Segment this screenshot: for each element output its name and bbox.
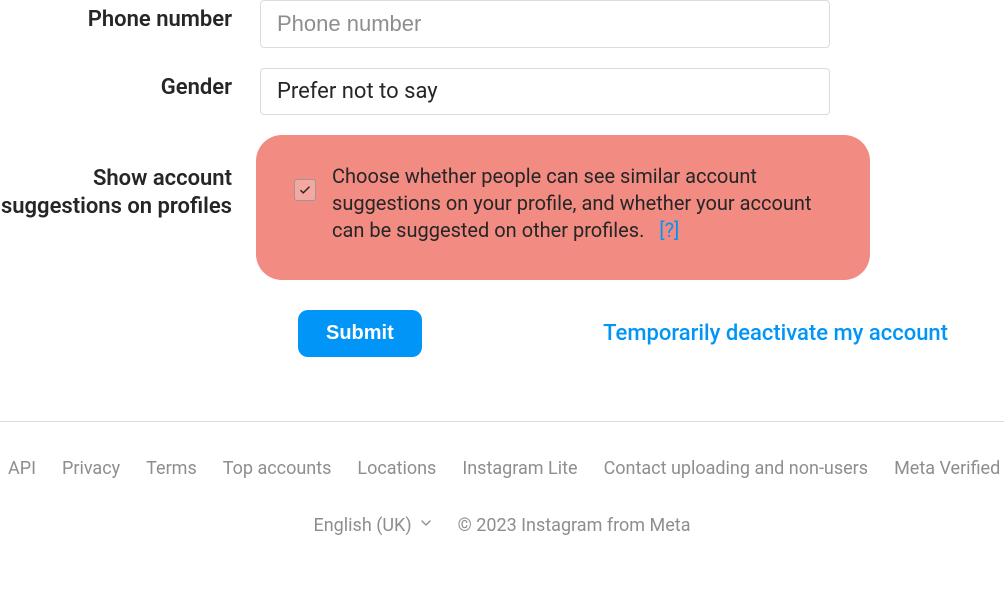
- suggestions-label: Show account suggestions on profiles: [1, 166, 232, 219]
- suggestions-help-link[interactable]: [?]: [659, 218, 679, 242]
- settings-form: Phone number Gender Prefer not to say Sh…: [0, 0, 1004, 397]
- footer: API Privacy Terms Top accounts Locations…: [0, 422, 1004, 536]
- check-icon: [298, 183, 312, 197]
- footer-link-terms[interactable]: Terms: [146, 458, 197, 479]
- phone-label: Phone number: [88, 7, 232, 32]
- chevron-down-icon: [418, 515, 434, 536]
- suggestions-description: Choose whether people can see similar ac…: [332, 164, 811, 242]
- language-selector[interactable]: English (UK): [314, 515, 434, 536]
- suggestions-checkbox[interactable]: [294, 179, 316, 201]
- gender-label: Gender: [161, 75, 232, 100]
- footer-link-contact-uploading[interactable]: Contact uploading and non-users: [604, 458, 869, 479]
- copyright-text: © 2023 Instagram from Meta: [458, 515, 691, 536]
- phone-input[interactable]: [260, 0, 830, 48]
- footer-bottom: English (UK) © 2023 Instagram from Meta: [0, 515, 1004, 536]
- gender-row: Gender Prefer not to say: [0, 68, 1004, 115]
- language-label: English (UK): [314, 515, 412, 536]
- gender-input[interactable]: Prefer not to say: [260, 68, 830, 115]
- footer-links: API Privacy Terms Top accounts Locations…: [0, 458, 1004, 479]
- footer-link-meta-verified[interactable]: Meta Verified: [894, 458, 1000, 479]
- deactivate-link[interactable]: Temporarily deactivate my account: [603, 321, 1004, 346]
- actions-row: Submit Temporarily deactivate my account: [0, 310, 1004, 357]
- suggestions-row: Show account suggestions on profiles Cho…: [0, 135, 1004, 280]
- footer-link-api[interactable]: API: [8, 458, 36, 479]
- suggestions-description-wrapper: Choose whether people can see similar ac…: [332, 163, 830, 244]
- footer-link-instagram-lite[interactable]: Instagram Lite: [462, 458, 577, 479]
- phone-row: Phone number: [0, 0, 1004, 48]
- footer-link-privacy[interactable]: Privacy: [62, 458, 120, 479]
- suggestions-highlight: Choose whether people can see similar ac…: [256, 135, 870, 280]
- footer-link-locations[interactable]: Locations: [357, 458, 436, 479]
- submit-button[interactable]: Submit: [298, 310, 422, 357]
- footer-link-top-accounts[interactable]: Top accounts: [223, 458, 332, 479]
